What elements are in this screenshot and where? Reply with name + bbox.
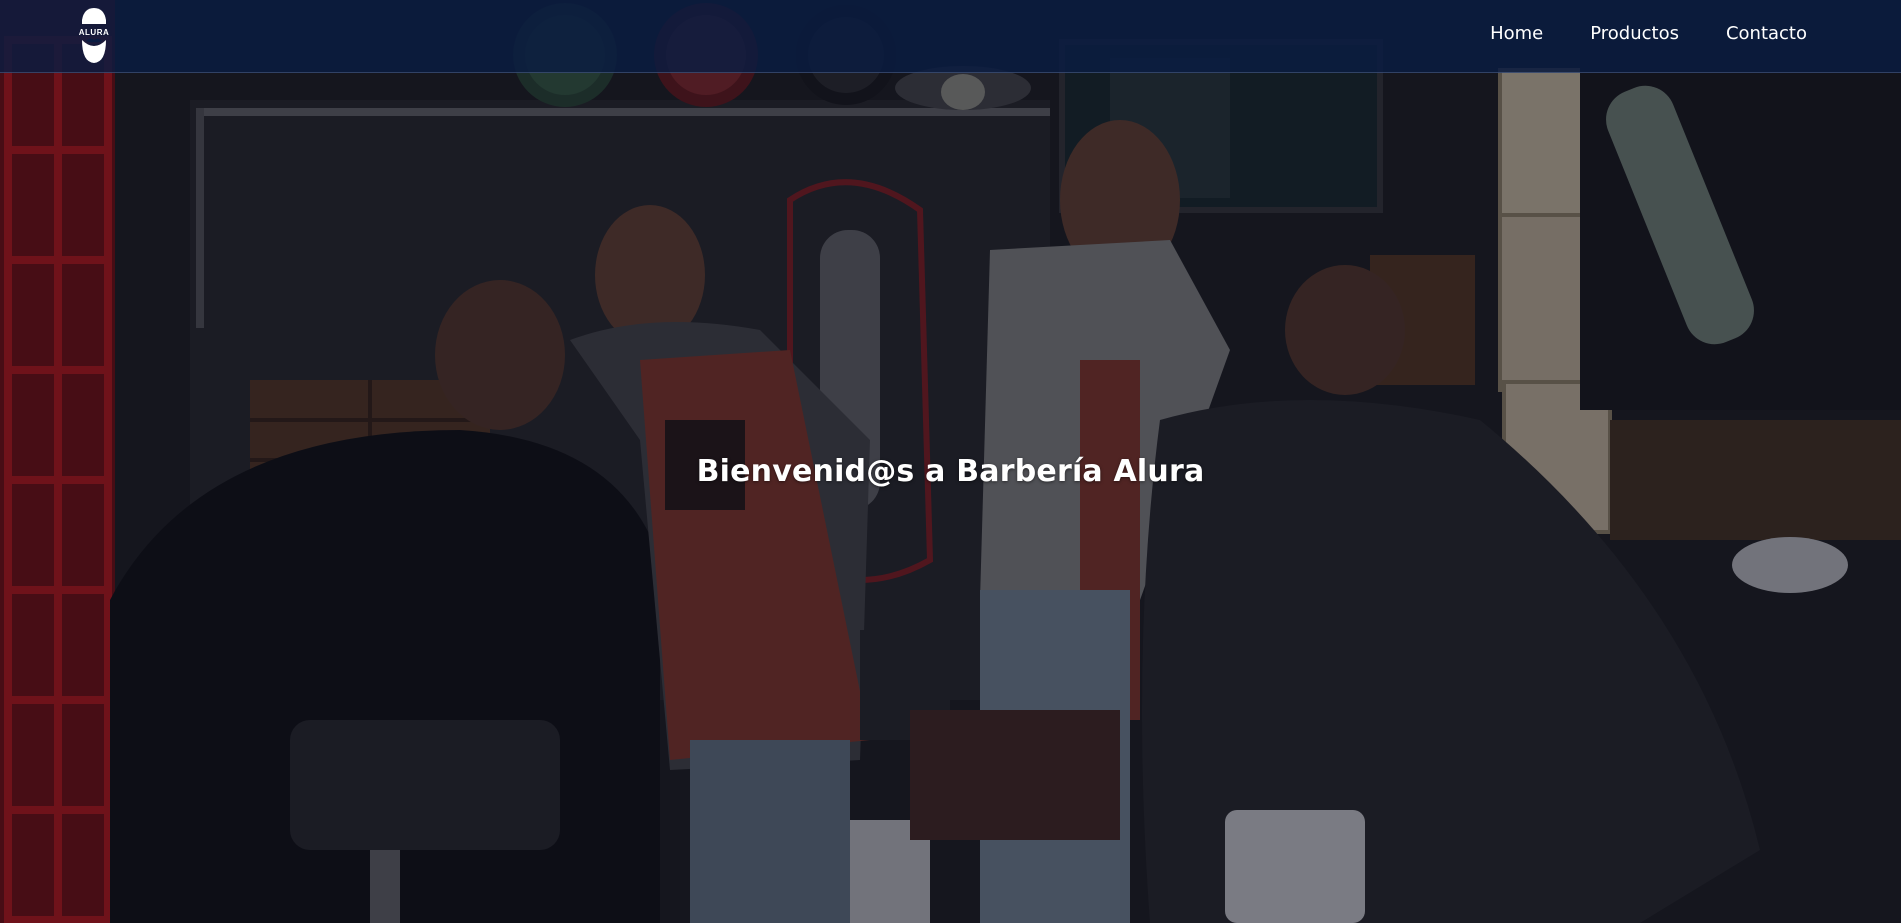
nav-productos-link[interactable]: Productos	[1590, 23, 1679, 44]
page: Bienvenid@s a Barbería Alura ALURA Home …	[0, 0, 1901, 923]
site-header: ALURA Home Productos Contacto	[0, 0, 1901, 73]
nav-home-link[interactable]: Home	[1490, 23, 1543, 44]
site-logo[interactable]: ALURA	[74, 6, 114, 64]
nav-contacto-link[interactable]: Contacto	[1726, 23, 1807, 44]
main-nav: Home Productos Contacto	[1490, 0, 1807, 66]
hero-title: Bienvenid@s a Barbería Alura	[696, 454, 1205, 490]
hero-section: Bienvenid@s a Barbería Alura	[0, 0, 1901, 923]
logo-text: ALURA	[78, 28, 110, 37]
